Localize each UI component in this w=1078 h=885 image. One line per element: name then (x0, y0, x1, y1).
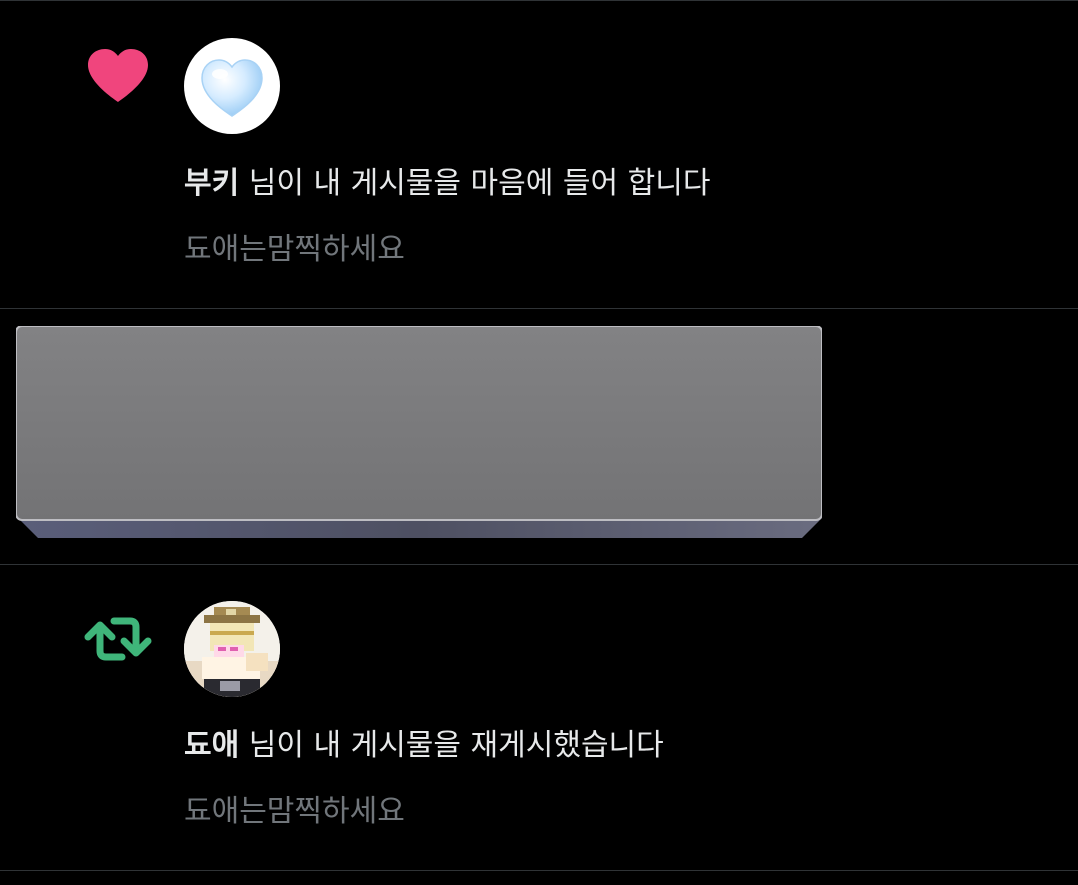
username[interactable]: 부키 (184, 166, 239, 201)
username[interactable]: 됴애 (184, 728, 239, 763)
notification-message: 됴애 님이 내 게시물을 재게시했습니다 (184, 726, 664, 766)
message-text: 님이 내 게시물을 마음에 들어 합니다 (239, 166, 711, 201)
avatar[interactable] (184, 38, 280, 134)
message-text: 님이 내 게시물을 재게시했습니다 (239, 728, 664, 763)
blue-heart-icon (201, 59, 263, 117)
notification-repost[interactable]: 됴애 님이 내 게시물을 재게시했습니다 됴애는맘찍하세요 (0, 565, 1078, 871)
divider (0, 308, 1078, 309)
notification-message: 부키 님이 내 게시물을 마음에 들어 합니다 (184, 164, 710, 204)
post-snippet[interactable]: 됴애는맘찍하세요 (184, 792, 405, 832)
heart-icon (88, 49, 148, 102)
notification-like[interactable]: 부키 님이 내 게시물을 마음에 들어 합니다 됴애는맘찍하세요 (0, 0, 1078, 308)
divider (0, 870, 1078, 871)
post-snippet[interactable]: 됴애는맘찍하세요 (184, 230, 405, 270)
avatar[interactable] (184, 601, 280, 697)
repost-icon (84, 617, 152, 661)
pixel-character-icon (184, 601, 280, 697)
redacted-content-block (16, 326, 822, 538)
